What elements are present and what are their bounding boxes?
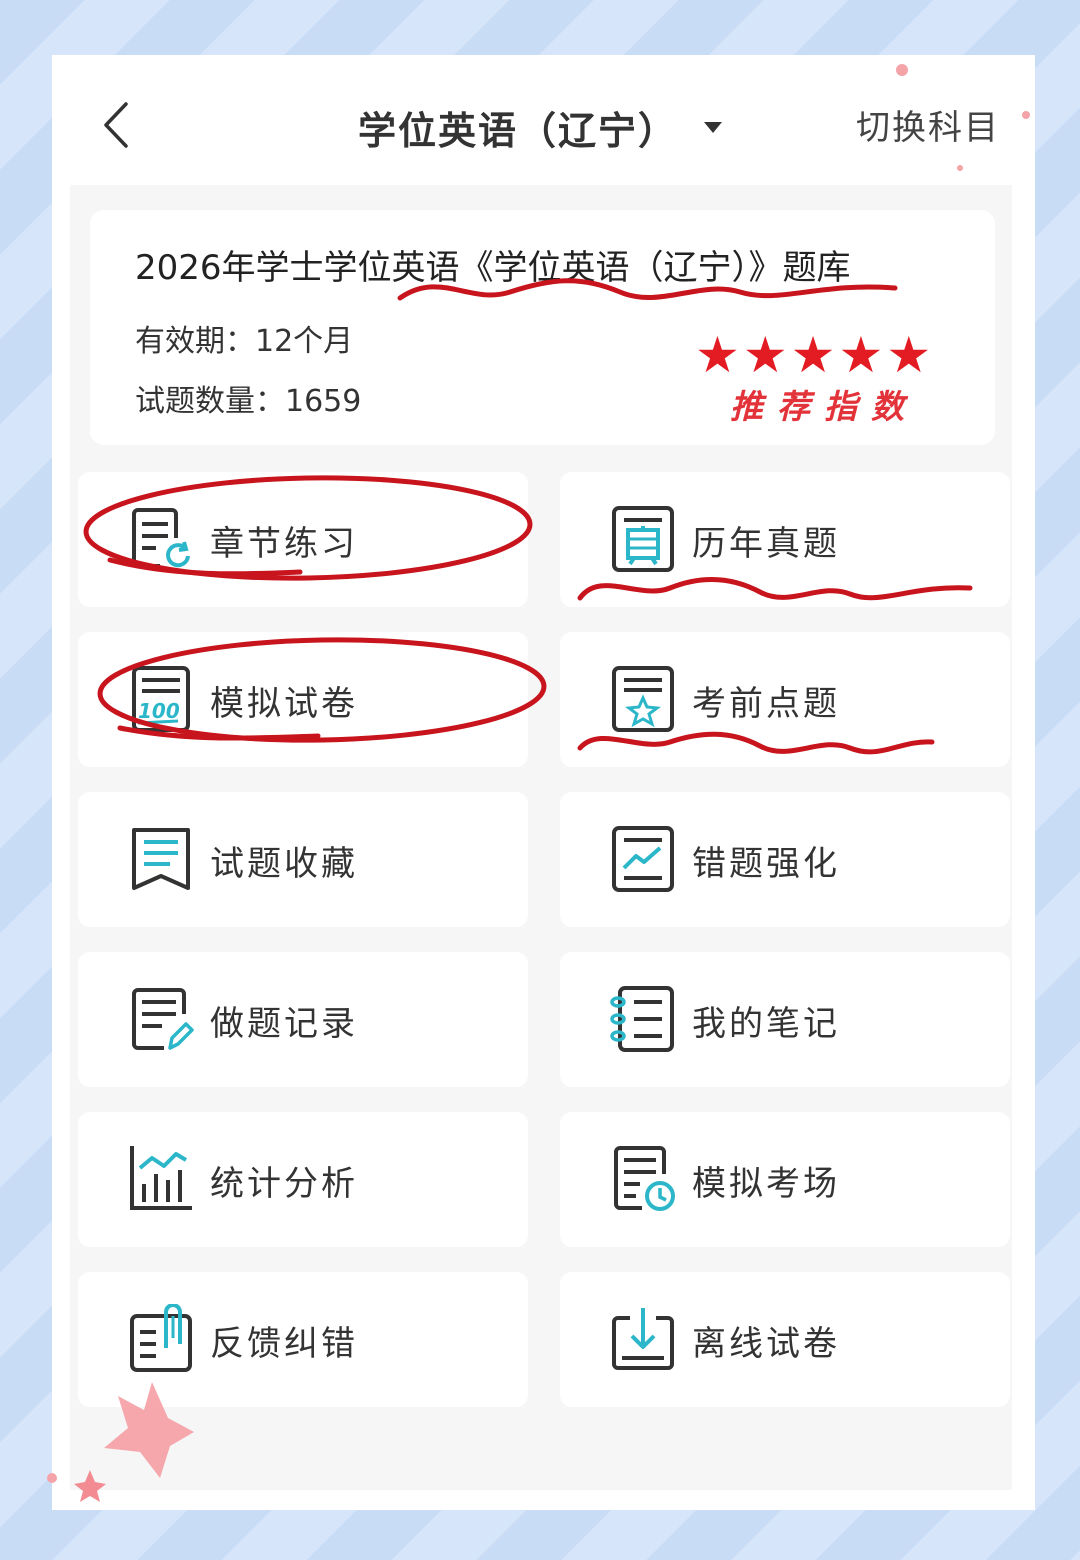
- star-icon: ★: [742, 326, 788, 384]
- mock-exam-room-icon: [608, 1144, 678, 1214]
- history-icon: [126, 984, 196, 1054]
- star-icon: ★: [790, 326, 836, 384]
- menu-label: 章节练习: [210, 524, 358, 564]
- validity-value: 12个月: [255, 324, 354, 359]
- caret-down-icon: [704, 121, 722, 133]
- menu-tile-offline-download[interactable]: 离线试卷: [560, 1272, 1010, 1407]
- star-icon: ★: [838, 326, 884, 384]
- menu-tile-feedback[interactable]: 反馈纠错: [78, 1272, 528, 1407]
- notes-icon: [608, 984, 678, 1054]
- menu-label: 模拟试卷: [210, 684, 358, 724]
- star-icon: ★: [695, 326, 740, 384]
- menu-tile-past-exams[interactable]: 历年真题: [560, 472, 1010, 607]
- recommendation-label: 推荐指数: [730, 387, 918, 426]
- validity-row: 有效期：12个月: [135, 316, 353, 360]
- menu-label: 考前点题: [692, 684, 840, 724]
- favorites-icon: [126, 824, 196, 894]
- menu-tile-favorites[interactable]: 试题收藏: [78, 792, 528, 927]
- menu-tile-mistakes[interactable]: 错题强化: [560, 792, 1010, 927]
- star-icon: ★: [886, 326, 932, 384]
- question-count-value: 1659: [285, 384, 362, 419]
- question-bank-title: 2026年学士学位英语《学位英语（辽宁）》题库: [135, 248, 851, 288]
- menu-tile-statistics[interactable]: 统计分析: [78, 1112, 528, 1247]
- menu-label: 统计分析: [210, 1164, 358, 1204]
- menu-label: 试题收藏: [210, 844, 358, 884]
- back-arrow-icon[interactable]: [98, 100, 138, 150]
- menu-label: 离线试卷: [692, 1324, 840, 1364]
- mock-paper-icon: 100: [126, 664, 196, 734]
- menu-label: 反馈纠错: [210, 1324, 358, 1364]
- past-exams-icon: [608, 504, 678, 574]
- rating-stars: ★★★★★: [695, 330, 955, 380]
- validity-label: 有效期：: [135, 324, 255, 359]
- menu-label: 我的笔记: [692, 1004, 840, 1044]
- menu-tile-history[interactable]: 做题记录: [78, 952, 528, 1087]
- menu-tile-mock-paper[interactable]: 100 模拟试卷: [78, 632, 528, 767]
- question-count-row: 试题数量：1659: [135, 376, 361, 420]
- switch-subject-link[interactable]: 切换科目: [856, 100, 1000, 149]
- menu-tile-key-points[interactable]: 考前点题: [560, 632, 1010, 767]
- subject-title-dropdown[interactable]: 学位英语（辽宁）: [300, 92, 780, 162]
- statistics-icon: [126, 1144, 196, 1214]
- menu-tile-mock-exam-room[interactable]: 模拟考场: [560, 1112, 1010, 1247]
- menu-label: 历年真题: [692, 524, 840, 564]
- menu-tile-notes[interactable]: 我的笔记: [560, 952, 1010, 1087]
- menu-label: 错题强化: [692, 844, 840, 884]
- offline-download-icon: [608, 1304, 678, 1374]
- svg-text:100: 100: [138, 699, 180, 723]
- menu-label: 做题记录: [210, 1004, 358, 1044]
- mistakes-icon: [608, 824, 678, 894]
- feedback-icon: [126, 1303, 196, 1374]
- menu-tile-chapter-practice[interactable]: 章节练习: [78, 472, 528, 607]
- chapter-practice-icon: [126, 504, 196, 574]
- key-points-icon: [608, 664, 678, 734]
- question-count-label: 试题数量：: [135, 384, 285, 419]
- menu-label: 模拟考场: [692, 1164, 840, 1204]
- page-title: 学位英语（辽宁）: [357, 108, 678, 153]
